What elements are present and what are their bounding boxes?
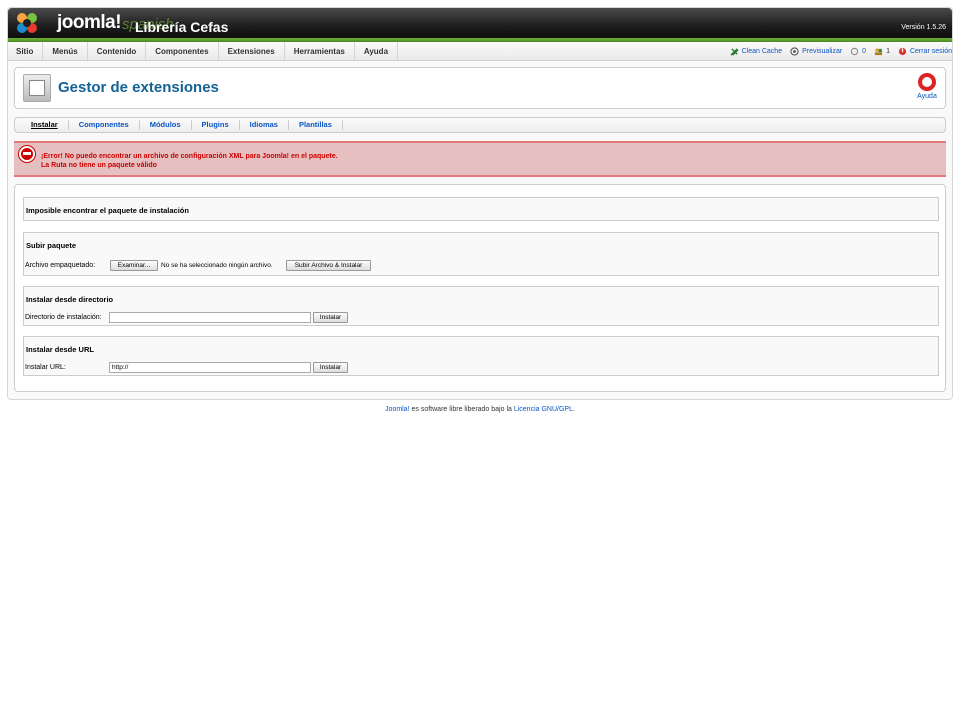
- directory-input[interactable]: [109, 312, 311, 323]
- tab-idiomas[interactable]: Idiomas: [240, 120, 289, 130]
- directory-title: Instalar desde directorio: [26, 295, 114, 304]
- page-title: Gestor de extensiones: [58, 79, 219, 96]
- install-panel: Imposible encontrar el paquete de instal…: [14, 184, 946, 392]
- error-line-2: La Ruta no tiene un paquete válido: [41, 162, 157, 169]
- preview-link[interactable]: Previsualizar: [790, 47, 842, 56]
- warning-title: Imposible encontrar el paquete de instal…: [26, 206, 189, 215]
- joomla-link[interactable]: Joomla!: [385, 406, 410, 413]
- tab-componentes[interactable]: Componentes: [69, 120, 140, 130]
- menu-item-contenido[interactable]: Contenido: [88, 42, 147, 60]
- version-label: Versión 1.5.26: [901, 24, 946, 31]
- messages-link[interactable]: 0: [850, 47, 866, 56]
- help-label: Ayuda: [917, 93, 937, 100]
- url-label: Instalar URL:: [25, 364, 66, 371]
- users-count: 1: [886, 48, 890, 55]
- directory-install-button[interactable]: Instalar: [313, 312, 348, 323]
- tab-plugins[interactable]: Plugins: [192, 120, 240, 130]
- messages-count: 0: [862, 48, 867, 55]
- logout-icon: [898, 47, 907, 56]
- tab-modulos[interactable]: Módulos: [140, 120, 192, 130]
- preview-icon: [790, 47, 799, 56]
- error-icon: [19, 146, 35, 162]
- error-message: ¡Error! No puedo encontrar un archivo de…: [14, 141, 946, 177]
- browse-button[interactable]: Examinar...: [110, 260, 158, 271]
- clean-cache-label: Clean Cache: [741, 48, 783, 55]
- url-install-button[interactable]: Instalar: [313, 362, 348, 373]
- users-icon: [874, 48, 883, 56]
- status-bar: Clean Cache Previsualizar 0 1 Cerrar ses…: [730, 42, 952, 61]
- upload-label: Archivo empaquetado:: [25, 262, 96, 269]
- url-box: Instalar desde URL Instalar URL: http://…: [23, 336, 939, 376]
- logout-link[interactable]: Cerrar sesión: [898, 47, 952, 56]
- license-link[interactable]: Licencia GNU/GPL: [514, 406, 573, 413]
- no-file-text: No se ha seleccionado ningún archivo.: [161, 262, 273, 269]
- error-text: ¡Error! No puedo encontrar un archivo de…: [41, 152, 338, 170]
- page-toolbar: Gestor de extensiones Ayuda: [14, 67, 946, 109]
- logout-label: Cerrar sesión: [909, 48, 952, 55]
- help-button[interactable]: Ayuda: [915, 73, 939, 100]
- broom-icon: [730, 48, 739, 56]
- error-line-1: ¡Error! No puedo encontrar un archivo de…: [41, 153, 338, 160]
- footer-text: es software libre liberado bajo la: [409, 406, 514, 413]
- footer-period: .: [572, 406, 575, 413]
- menu-item-extensiones[interactable]: Extensiones: [219, 42, 285, 60]
- extension-manager-icon: [23, 74, 51, 102]
- upload-box: Subir paquete Archivo empaquetado: Exami…: [23, 232, 939, 276]
- directory-box: Instalar desde directorio Directorio de …: [23, 286, 939, 326]
- tab-plantillas[interactable]: Plantillas: [289, 120, 343, 130]
- menu-item-sitio[interactable]: Sitio: [8, 42, 44, 60]
- menu-item-componentes[interactable]: Componentes: [146, 42, 219, 60]
- menu-item-ayuda[interactable]: Ayuda: [355, 42, 399, 60]
- menu-item-menus[interactable]: Menús: [43, 42, 88, 60]
- header-bar: joomla! spanish Librería Cefas Versión 1…: [8, 8, 952, 38]
- directory-label: Directorio de instalación:: [25, 314, 102, 321]
- footer: Joomla! es software libre liberado bajo …: [0, 406, 960, 413]
- users-online: 1: [874, 47, 890, 56]
- site-name: Librería Cefas: [135, 19, 229, 35]
- joomla-logo-icon: [17, 13, 37, 33]
- warning-box: Imposible encontrar el paquete de instal…: [23, 197, 939, 221]
- submenu-tabs: Instalar Componentes Módulos Plugins Idi…: [14, 117, 946, 133]
- upload-install-button[interactable]: Subir Archivo & Instalar: [286, 260, 371, 271]
- clean-cache-link[interactable]: Clean Cache: [730, 47, 782, 56]
- upload-title: Subir paquete: [26, 241, 77, 250]
- preview-label: Previsualizar: [802, 48, 843, 55]
- lifebuoy-icon: [918, 73, 936, 91]
- tab-instalar[interactable]: Instalar: [21, 120, 69, 130]
- messages-icon: [850, 47, 859, 56]
- menu-item-herramientas[interactable]: Herramientas: [285, 42, 355, 60]
- url-title: Instalar desde URL: [26, 345, 94, 354]
- brand-text: joomla!: [57, 12, 122, 33]
- url-input[interactable]: http://: [109, 362, 311, 373]
